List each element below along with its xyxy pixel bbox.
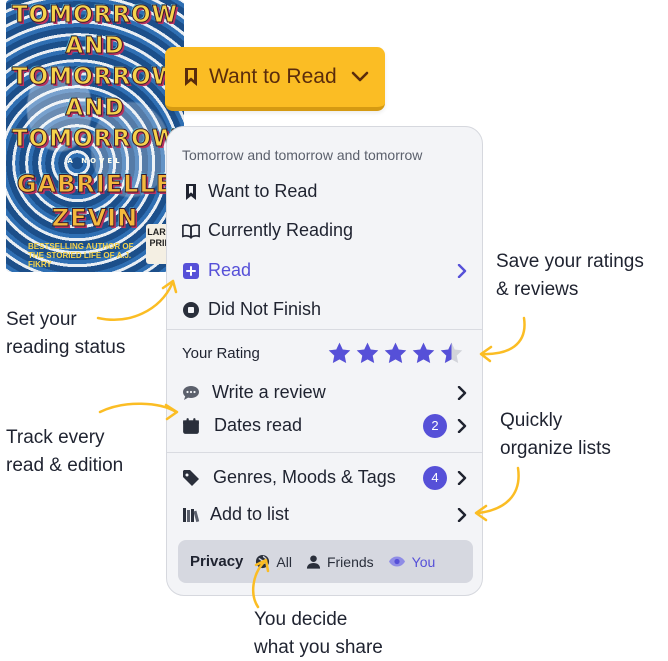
arrow-status — [96, 279, 526, 609]
